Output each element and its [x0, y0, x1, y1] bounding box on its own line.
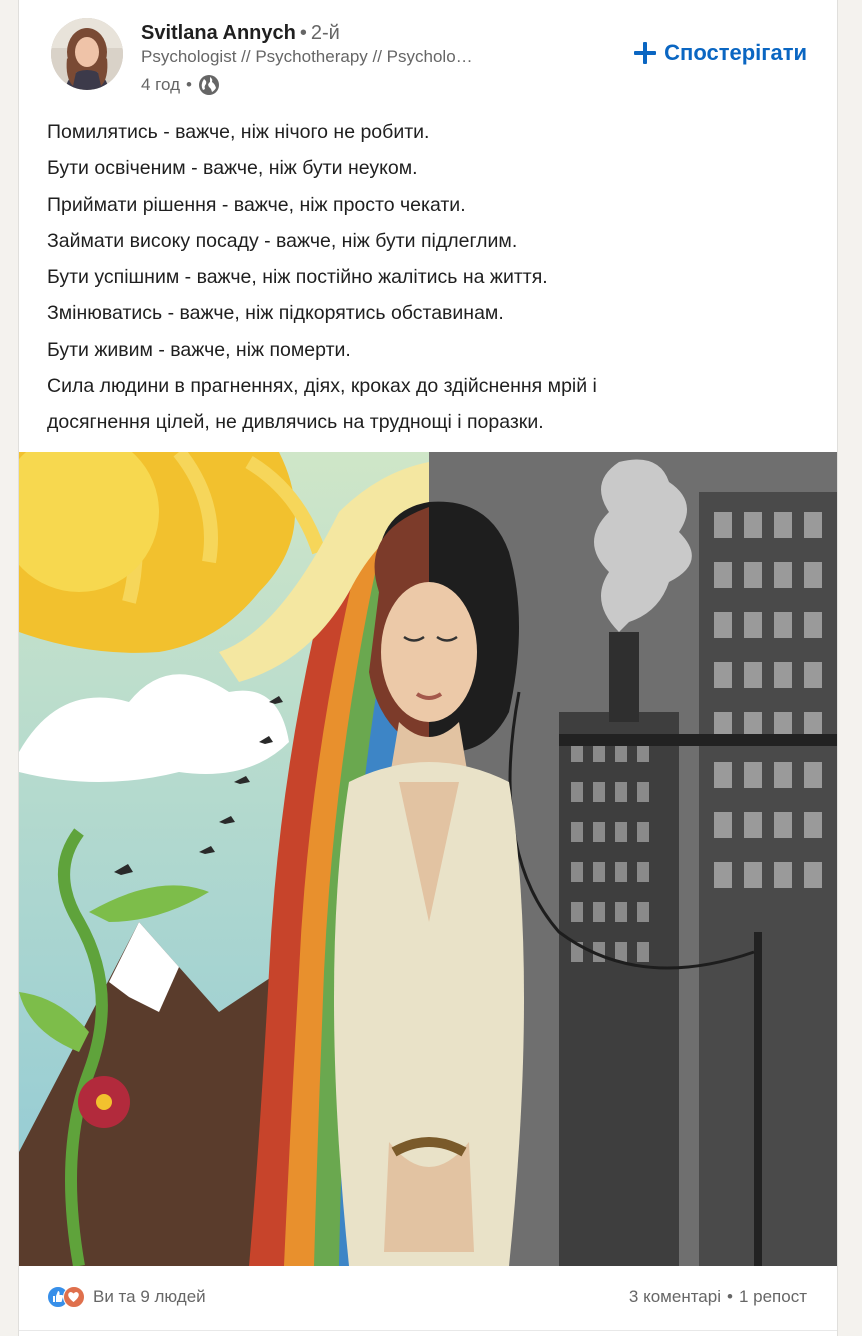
post-line: Сила людини в прагненнях, діях, кроках д… [47, 375, 597, 398]
dot-separator: • [299, 22, 307, 44]
plus-icon [634, 42, 657, 64]
comments-count[interactable]: 3 коментарі [629, 1287, 721, 1307]
post-line: Бути освіченим - важче, ніж бути неуком. [47, 157, 418, 180]
dot-separator: • [727, 1287, 733, 1306]
post-image[interactable] [19, 452, 837, 1266]
author-name-line: Svitlana Annych • 2-й [141, 22, 340, 45]
post-time: 4 год [141, 75, 181, 94]
dot-separator: • [186, 75, 192, 94]
post-line: Змінюватись - важче, ніж підкорятись обс… [47, 302, 504, 325]
connection-degree: 2-й [310, 22, 340, 44]
follow-button[interactable]: Спостерігати [634, 40, 807, 66]
post-line: досягнення цілей, не дивлячись на трудно… [47, 411, 544, 434]
reactions-text: Ви та 9 людей [93, 1287, 206, 1306]
engagement-counts: 3 коментарі • 1 репост [629, 1287, 807, 1307]
reposts-count[interactable]: 1 репост [739, 1287, 807, 1307]
post-line: Бути живим - важче, ніж померти. [47, 338, 351, 361]
follow-label: Спостерігати [664, 40, 807, 65]
author-headline: Psychologist // Psychotherapy // Psychol… [141, 47, 481, 66]
post-card: Svitlana Annych • 2-й Psychologist // Psyc… [18, 0, 838, 1336]
post-line: Займати високу посаду - важче, ніж бути … [47, 229, 518, 252]
reactions-summary[interactable]: Ви та 9 людей [47, 1286, 206, 1308]
post-line: Бути успішним - важче, ніж постійно жалі… [47, 266, 548, 289]
post-text: Помилятись - важче, ніж нічого не робити… [47, 114, 817, 441]
globe-icon [198, 74, 220, 96]
post-line: Помилятись - важче, ніж нічого не робити… [47, 121, 430, 143]
post-header: Svitlana Annych • 2-й Psychologist // Psyc… [19, 0, 837, 110]
love-reaction-icon [63, 1286, 85, 1308]
post-line: Приймати рішення - важче, ніж просто чек… [47, 193, 466, 216]
author-avatar[interactable] [51, 18, 123, 90]
social-bar: Ви та 9 людей 3 коментарі • 1 репост [19, 1266, 837, 1331]
author-name[interactable]: Svitlana Annych [141, 22, 296, 44]
post-meta: 4 год • [141, 74, 220, 96]
